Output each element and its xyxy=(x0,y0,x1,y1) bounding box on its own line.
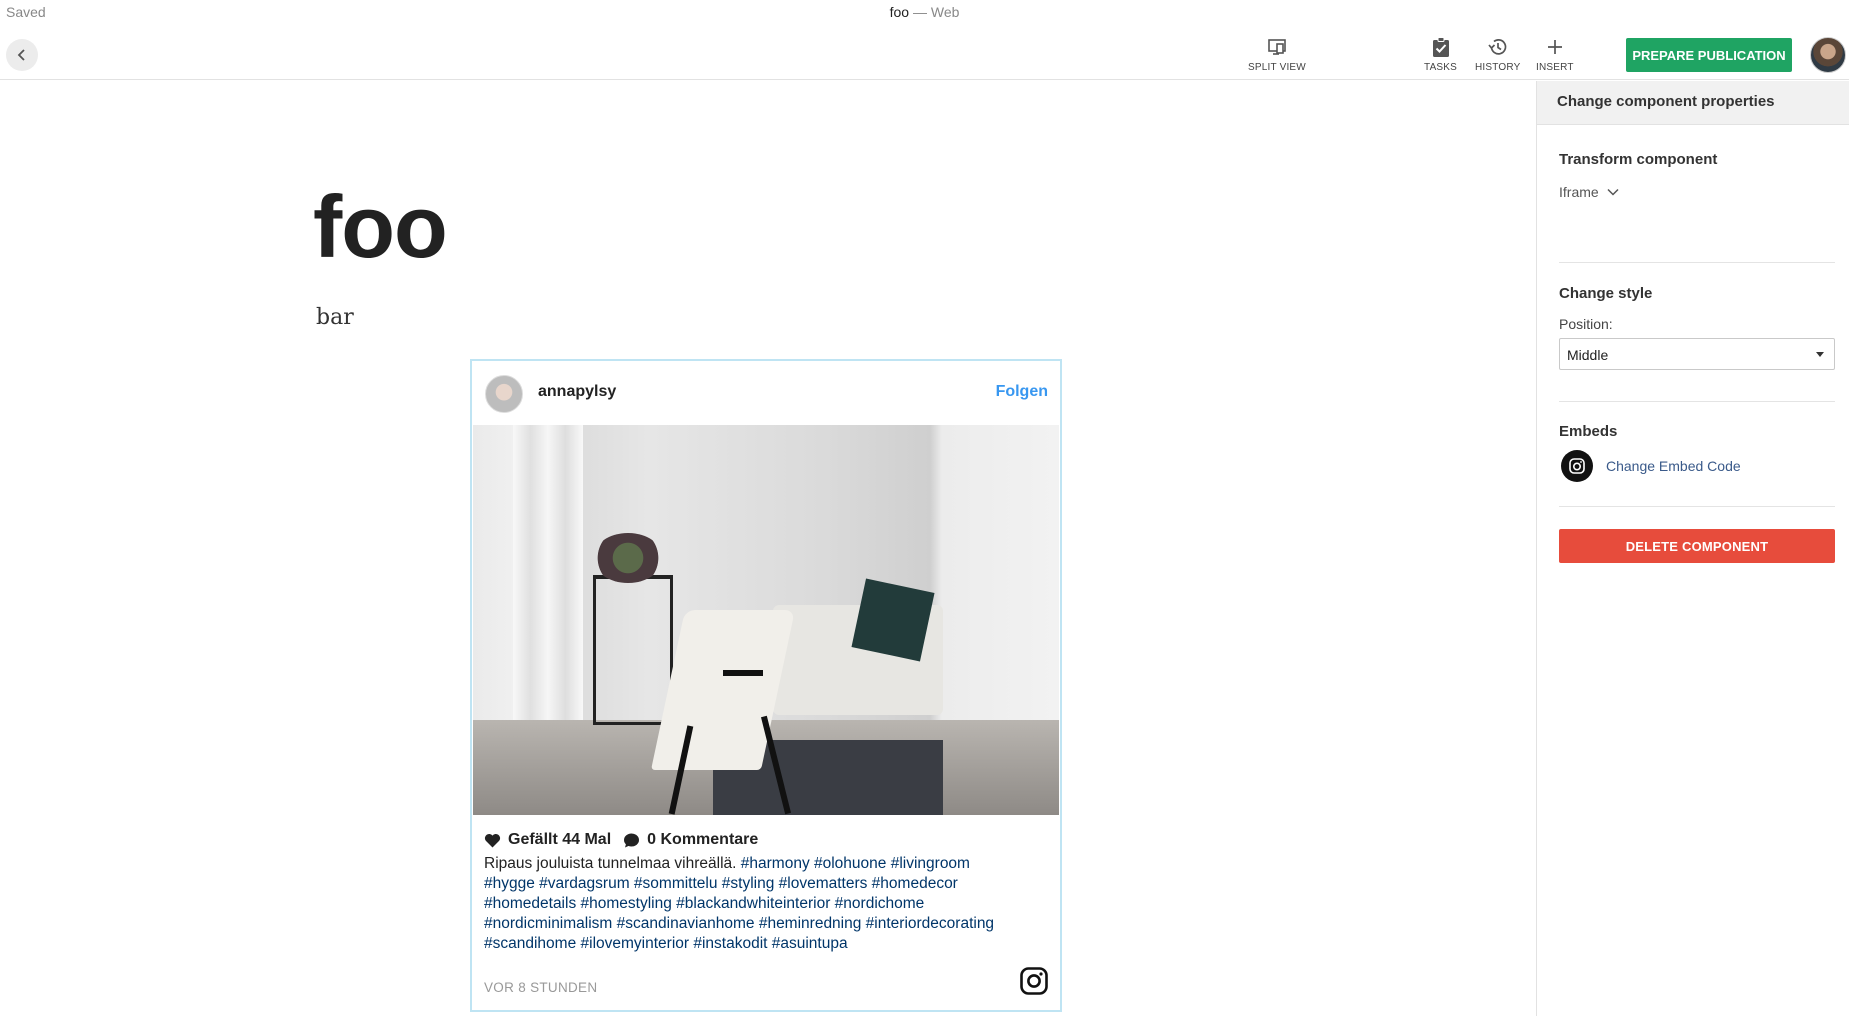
document-name: foo xyxy=(889,4,910,20)
history-label: HISTORY xyxy=(1475,62,1521,73)
tasks-button[interactable]: TASKS xyxy=(1424,36,1457,73)
transform-section: Transform component Iframe xyxy=(1559,125,1835,263)
delete-component-button[interactable]: DELETE COMPONENT xyxy=(1559,529,1835,563)
split-view-label: SPLIT VIEW xyxy=(1248,62,1306,73)
instagram-header: annapylsy Folgen xyxy=(472,361,1060,425)
article-paragraph[interactable]: bar xyxy=(316,305,354,330)
back-button[interactable] xyxy=(6,39,38,71)
instagram-caption: Ripaus jouluista tunnelmaa vihreällä. #h… xyxy=(484,854,1004,954)
style-section: Change style Position: Middle xyxy=(1559,263,1835,402)
instagram-follow-link[interactable]: Folgen xyxy=(996,383,1048,401)
instagram-logo-link[interactable] xyxy=(1020,967,1048,1000)
comments-count: 0 Kommentare xyxy=(623,831,758,849)
embeds-title: Embeds xyxy=(1559,423,1618,440)
editor-canvas: foo bar annapylsy Folgen Gefällt 44 Mal xyxy=(0,81,1536,1016)
transform-dropdown[interactable]: Iframe xyxy=(1559,184,1619,200)
position-value: Middle xyxy=(1567,347,1609,363)
instagram-embed[interactable]: annapylsy Folgen Gefällt 44 Mal 0 Kommen xyxy=(470,359,1062,1012)
split-view-icon xyxy=(1268,39,1286,55)
comment-icon xyxy=(624,833,640,847)
insert-label: INSERT xyxy=(1536,62,1574,73)
document-title: foo — Web xyxy=(0,4,1849,20)
chevron-down-icon xyxy=(1607,188,1619,196)
instagram-icon xyxy=(1561,450,1593,482)
instagram-user-avatar[interactable] xyxy=(485,375,523,413)
instagram-stats: Gefällt 44 Mal 0 Kommentare xyxy=(484,831,770,849)
panel-header: Change component properties xyxy=(1537,81,1849,125)
transform-title: Transform component xyxy=(1559,151,1718,168)
split-view-button[interactable]: SPLIT VIEW xyxy=(1248,36,1306,73)
embeds-section: Embeds Change Embed Code xyxy=(1559,402,1835,507)
document-channel: — Web xyxy=(909,4,960,20)
top-bar: Saved foo — Web SPLIT VIEW TASKS HISTORY… xyxy=(0,0,1849,80)
style-title: Change style xyxy=(1559,285,1653,302)
insert-button[interactable]: INSERT xyxy=(1536,36,1574,73)
history-button[interactable]: HISTORY xyxy=(1475,36,1521,73)
properties-panel: Change component properties Transform co… xyxy=(1536,81,1849,1016)
likes-count: Gefällt 44 Mal xyxy=(484,831,611,849)
history-icon xyxy=(1488,39,1507,55)
clipboard-check-icon xyxy=(1432,37,1449,57)
instagram-photo[interactable] xyxy=(473,425,1059,815)
instagram-timestamp: VOR 8 STUNDEN xyxy=(484,980,598,995)
heart-icon xyxy=(484,833,501,847)
position-select[interactable]: Middle xyxy=(1559,338,1835,370)
instagram-username[interactable]: annapylsy xyxy=(538,383,616,401)
caret-down-icon xyxy=(1816,352,1824,357)
change-embed-code-label: Change Embed Code xyxy=(1606,458,1741,474)
plus-icon xyxy=(1547,40,1562,54)
tasks-label: TASKS xyxy=(1424,62,1458,73)
user-avatar[interactable] xyxy=(1810,37,1846,73)
position-label: Position: xyxy=(1559,316,1613,332)
transform-value: Iframe xyxy=(1559,184,1599,200)
change-embed-code-button[interactable]: Change Embed Code xyxy=(1559,450,1835,482)
instagram-icon xyxy=(1020,967,1048,995)
chevron-left-icon xyxy=(17,49,25,61)
article-heading[interactable]: foo xyxy=(313,176,448,278)
prepare-publication-button[interactable]: PREPARE PUBLICATION xyxy=(1626,38,1792,72)
caption-text: Ripaus jouluista tunnelmaa vihreällä. xyxy=(484,855,741,872)
